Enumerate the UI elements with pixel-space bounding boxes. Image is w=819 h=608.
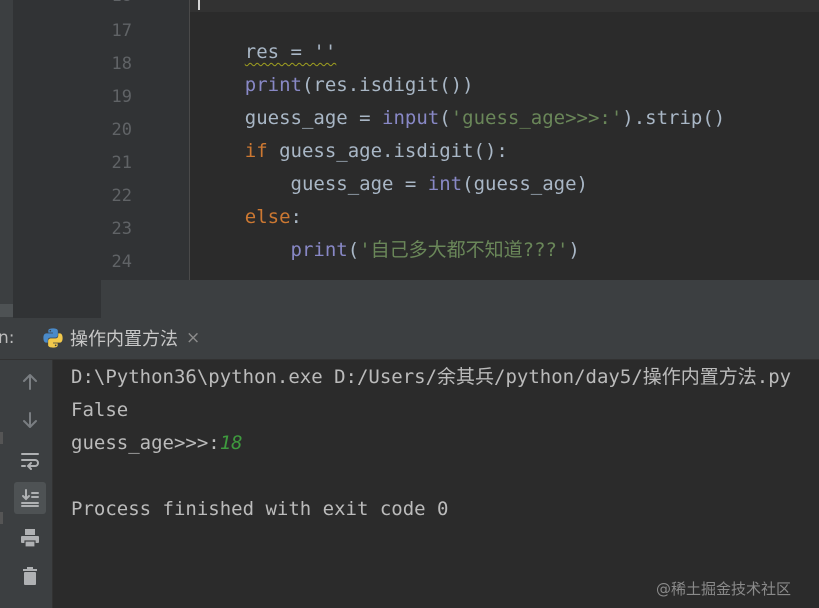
side-tick <box>0 512 3 524</box>
console-exit-line: Process finished with exit code 0 <box>71 498 449 520</box>
strip-mark <box>0 304 13 317</box>
close-icon[interactable]: × <box>186 328 200 348</box>
scroll-to-end-button[interactable] <box>14 482 46 514</box>
user-input-value: 18 <box>219 432 243 454</box>
scroll-to-end-icon <box>21 489 39 507</box>
soft-wrap-icon <box>21 453 39 470</box>
outer-gutter <box>13 0 101 318</box>
code-token: ) <box>568 239 580 261</box>
print-button[interactable] <box>14 522 46 554</box>
python-icon <box>43 328 63 348</box>
code-token: ( <box>347 239 360 261</box>
code-line-23[interactable]: print('自己多大都不知道???') <box>199 217 580 283</box>
code-token: print <box>290 239 348 261</box>
code-token: '自己多大都不知道???' <box>359 239 569 261</box>
arrow-down-icon <box>23 412 37 428</box>
print-icon <box>21 529 39 548</box>
line-number: 23 <box>111 219 132 239</box>
current-line-highlight <box>190 0 819 12</box>
tab-title: 操作内置方法 <box>70 329 178 350</box>
left-tool-strip <box>0 0 13 318</box>
run-tool-header: n: 操作内置方法 × <box>0 318 819 360</box>
line-number: 22 <box>111 186 132 206</box>
run-toolbar <box>0 360 53 608</box>
code-token: ).strip() <box>622 107 726 129</box>
arrow-down-button[interactable] <box>14 404 46 436</box>
line-number: 24 <box>111 252 132 272</box>
input-prompt: guess_age>>>: <box>71 432 220 454</box>
trash-icon <box>23 567 37 585</box>
run-label: n: <box>0 328 15 348</box>
code-token: int <box>427 173 463 195</box>
arrow-up-button[interactable] <box>14 366 46 398</box>
line-number: 17 <box>111 21 132 41</box>
run-tab[interactable]: 操作内置方法 × <box>24 318 214 358</box>
watermark: @稀土掘金技术社区 <box>656 580 792 598</box>
text-cursor <box>198 0 200 10</box>
console-input-line: guess_age>>>:18 <box>71 432 243 454</box>
console-command-line: D:\Python36\python.exe D:/Users/余其兵/pyth… <box>71 366 792 388</box>
line-number: 18 <box>101 0 132 6</box>
arrow-up-icon <box>23 374 37 390</box>
line-number: 19 <box>111 87 132 107</box>
side-tick <box>0 432 3 444</box>
console-output[interactable]: D:\Python36\python.exe D:/Users/余其兵/pyth… <box>53 360 819 608</box>
soft-wrap-button[interactable] <box>14 444 46 476</box>
console-output-line: False <box>71 399 129 421</box>
code-token: (guess_age) <box>462 173 588 195</box>
editor-bottom-area <box>101 280 819 318</box>
line-number: 18 <box>111 54 132 74</box>
trash-button[interactable] <box>14 560 46 592</box>
line-number: 20 <box>111 120 132 140</box>
line-number: 21 <box>111 153 132 173</box>
